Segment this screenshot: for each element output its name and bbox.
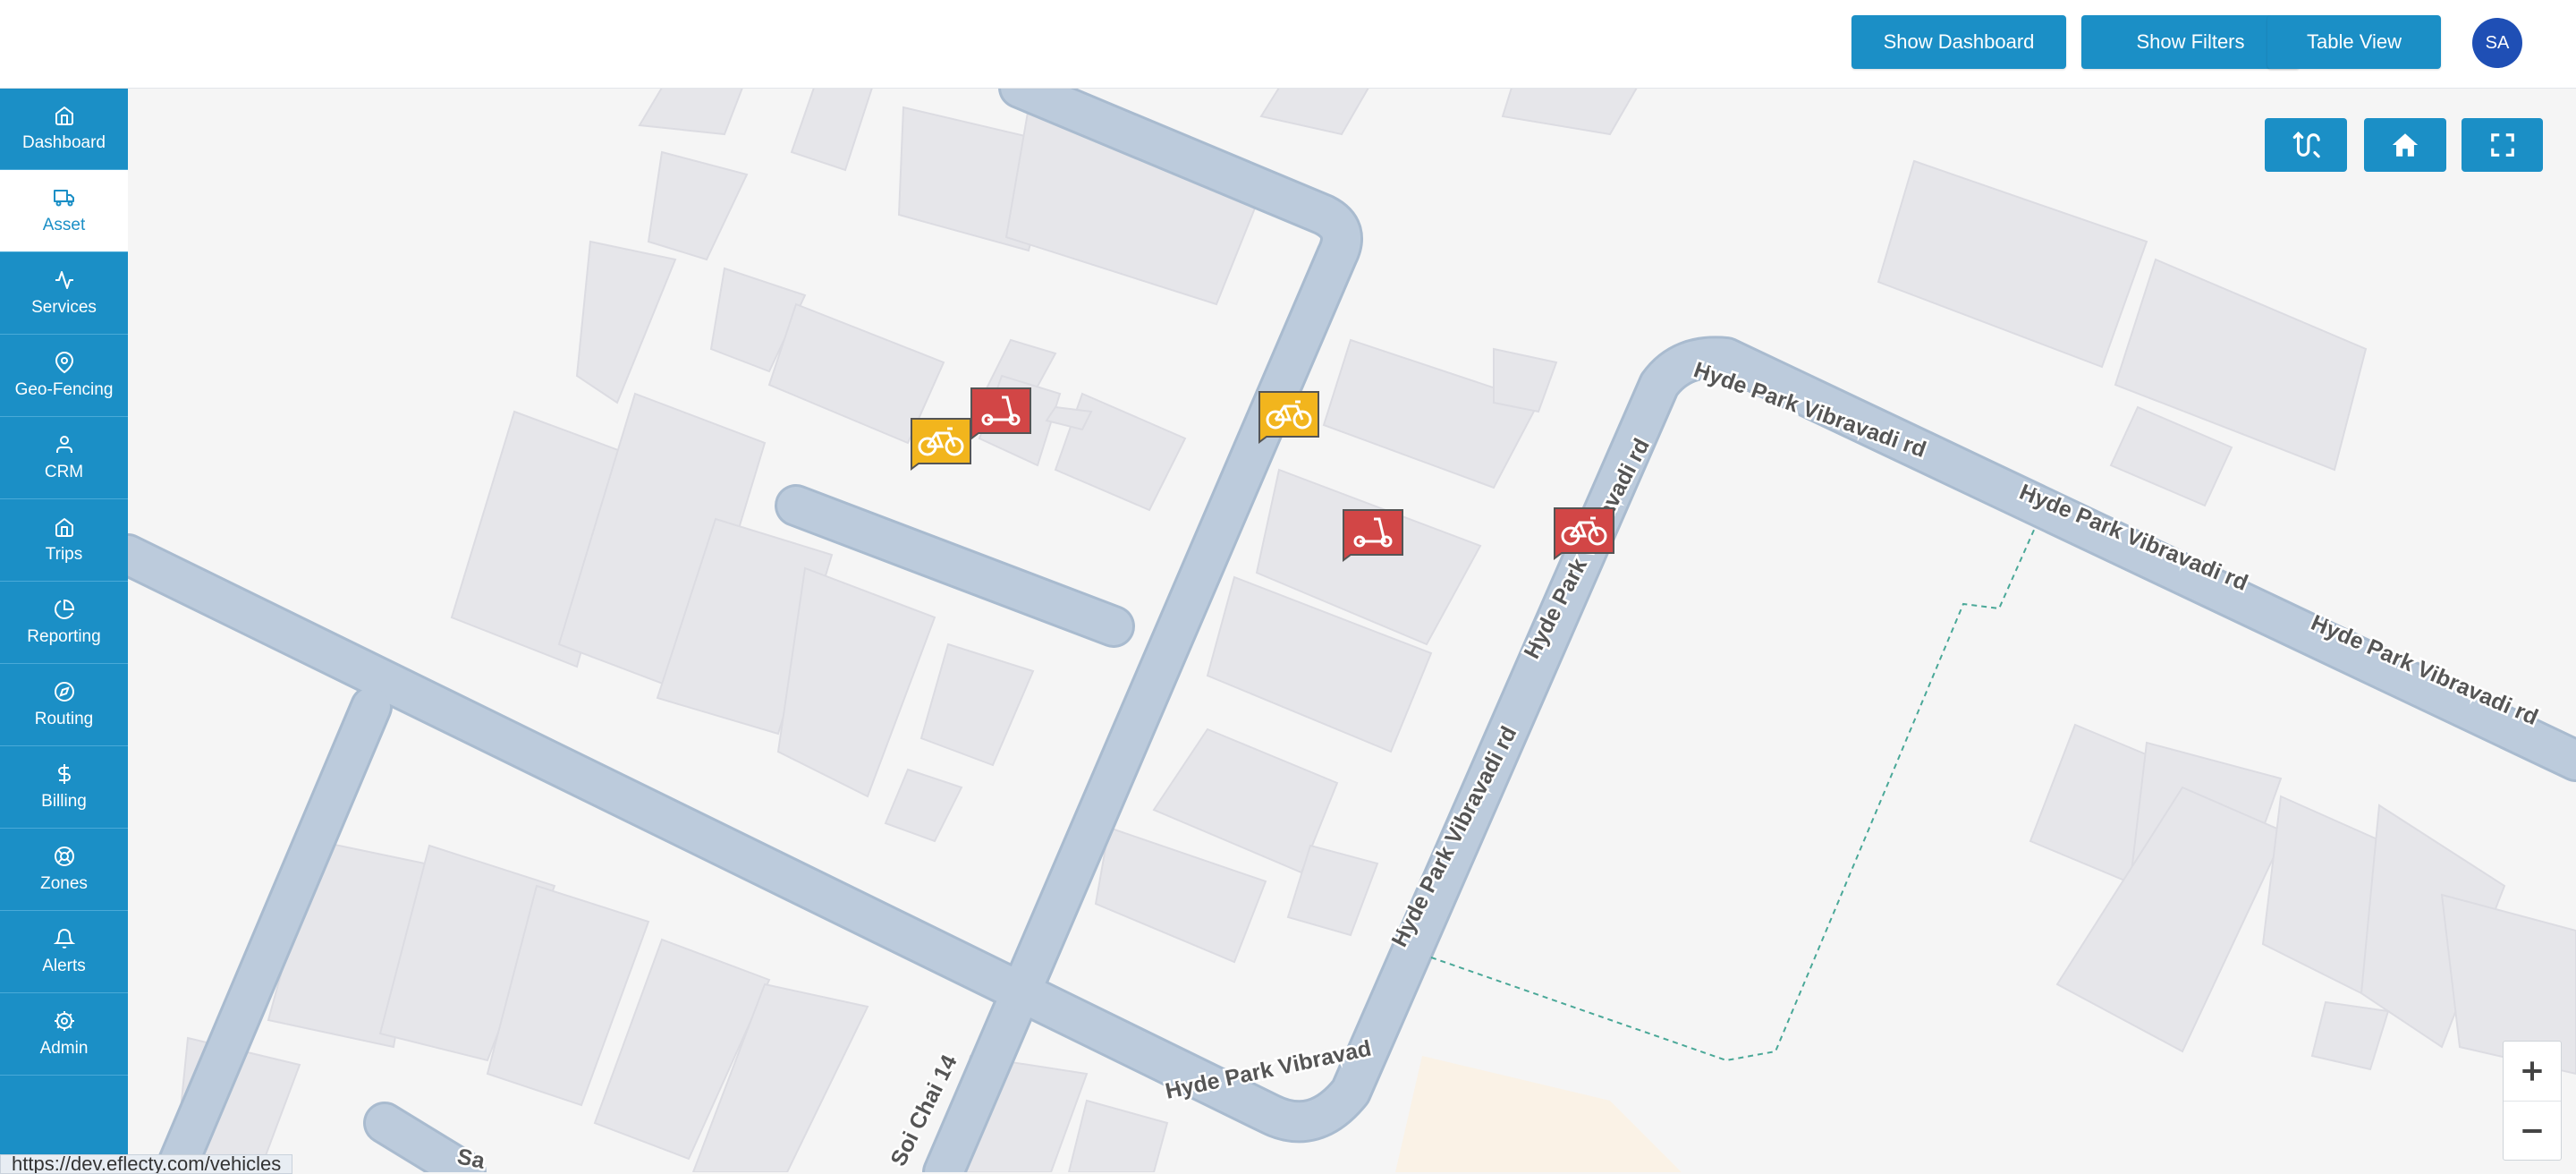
truck-icon xyxy=(53,189,74,206)
sidebar: Dashboard Asset Services Geo-Fencing CRM… xyxy=(0,88,128,1172)
bell-icon xyxy=(53,928,75,949)
route-icon xyxy=(2292,132,2320,158)
sidebar-item-geo-fencing[interactable]: Geo-Fencing xyxy=(0,335,128,417)
avatar[interactable]: SA xyxy=(2472,18,2522,68)
sidebar-item-label: Reporting xyxy=(27,626,101,646)
sidebar-item-label: Admin xyxy=(39,1038,89,1058)
home-icon xyxy=(55,517,73,537)
route-button[interactable] xyxy=(2265,118,2347,172)
map-pin-icon xyxy=(55,351,73,373)
home-icon xyxy=(2392,133,2419,157)
fullscreen-icon xyxy=(2490,133,2514,157)
scooter-marker[interactable] xyxy=(970,387,1032,445)
zoom-control xyxy=(2503,1041,2562,1161)
sidebar-item-label: Asset xyxy=(42,215,86,234)
bicycle-marker[interactable] xyxy=(910,417,972,475)
sidebar-item-label: Dashboard xyxy=(22,132,106,152)
dollar-icon xyxy=(57,763,71,784)
sidebar-item-crm[interactable]: CRM xyxy=(0,417,128,499)
top-bar: Show Dashboard Show Filters Table View S… xyxy=(0,0,2576,89)
activity-icon xyxy=(55,270,73,289)
sidebar-item-label: CRM xyxy=(44,462,84,481)
sidebar-item-trips[interactable]: Trips xyxy=(0,499,128,582)
sidebar-item-label: Zones xyxy=(40,873,88,893)
sidebar-item-dashboard[interactable]: Dashboard xyxy=(0,88,128,170)
life-buoy-icon xyxy=(54,846,74,866)
minus-icon xyxy=(2522,1129,2542,1133)
sidebar-item-label: Trips xyxy=(45,544,83,564)
sidebar-item-label: Billing xyxy=(41,791,87,811)
table-view-button[interactable]: Table View xyxy=(2267,15,2441,69)
user-icon xyxy=(55,435,72,453)
sidebar-item-billing[interactable]: Billing xyxy=(0,746,128,829)
sidebar-item-alerts[interactable]: Alerts xyxy=(0,911,128,993)
status-bar-url: https://dev.eflecty.com/vehicles xyxy=(0,1154,293,1174)
sidebar-item-reporting[interactable]: Reporting xyxy=(0,582,128,664)
home-icon xyxy=(55,106,73,125)
sidebar-item-label: Routing xyxy=(34,709,94,728)
fullscreen-button[interactable] xyxy=(2462,118,2543,172)
bicycle-marker[interactable] xyxy=(1258,390,1320,448)
sidebar-item-services[interactable]: Services xyxy=(0,252,128,335)
show-dashboard-button[interactable]: Show Dashboard xyxy=(1852,15,2066,69)
zoom-in-button[interactable] xyxy=(2504,1042,2561,1101)
scooter-marker[interactable] xyxy=(1342,508,1404,566)
sidebar-item-label: Services xyxy=(31,297,97,317)
sidebar-item-routing[interactable]: Routing xyxy=(0,664,128,746)
plus-icon xyxy=(2522,1061,2542,1081)
settings-icon xyxy=(54,1010,74,1031)
sidebar-item-label: Geo-Fencing xyxy=(14,379,114,399)
sidebar-item-admin[interactable]: Admin xyxy=(0,993,128,1076)
map-canvas[interactable]: Hyde Park Vibravadi rd Hyde Park Vibrava… xyxy=(128,88,2576,1172)
pie-chart-icon xyxy=(54,599,74,619)
sidebar-item-asset[interactable]: Asset xyxy=(0,170,128,252)
sidebar-item-zones[interactable]: Zones xyxy=(0,829,128,911)
compass-icon xyxy=(54,681,74,702)
zoom-out-button[interactable] xyxy=(2504,1101,2561,1161)
sidebar-item-label: Alerts xyxy=(42,956,86,975)
home-view-button[interactable] xyxy=(2364,118,2446,172)
bicycle-marker[interactable] xyxy=(1553,506,1615,565)
